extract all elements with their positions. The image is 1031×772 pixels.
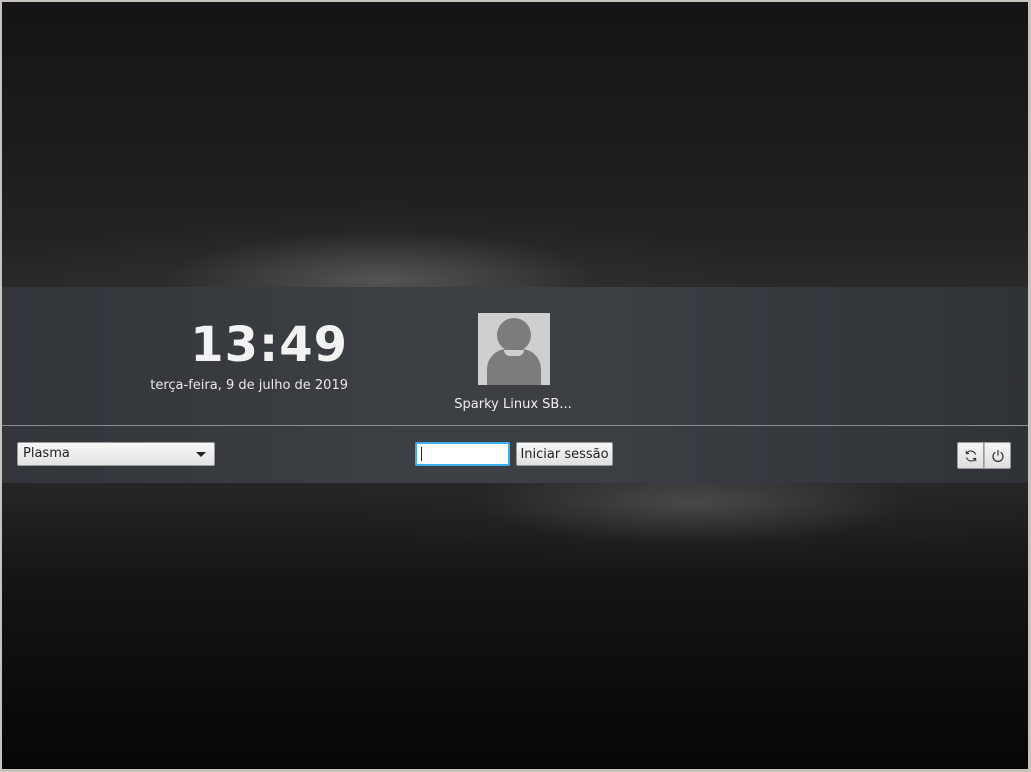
username-label[interactable]: Sparky Linux SB... [438,397,588,413]
login-panel: 13:49 terça-feira, 9 de julho de 2019 Sp… [2,287,1028,483]
avatar-head [497,318,531,352]
power-icon [992,450,1004,462]
clock: 13:49 [190,317,348,373]
password-input[interactable] [415,442,510,466]
login-button[interactable]: Iniciar sessão [516,442,613,466]
reboot-button[interactable] [957,442,984,469]
text-caret [421,447,422,461]
reboot-icon [965,450,977,462]
avatar-neck [504,350,524,356]
panel-divider [2,425,1028,426]
user-avatar-icon[interactable] [478,313,550,385]
session-select-value: Plasma [23,446,70,461]
chevron-down-icon [196,452,206,457]
session-select[interactable]: Plasma [17,442,215,466]
login-screen: 13:49 terça-feira, 9 de julho de 2019 Sp… [2,2,1028,769]
date-label: terça-feira, 9 de julho de 2019 [150,378,348,393]
shutdown-button[interactable] [984,442,1011,469]
